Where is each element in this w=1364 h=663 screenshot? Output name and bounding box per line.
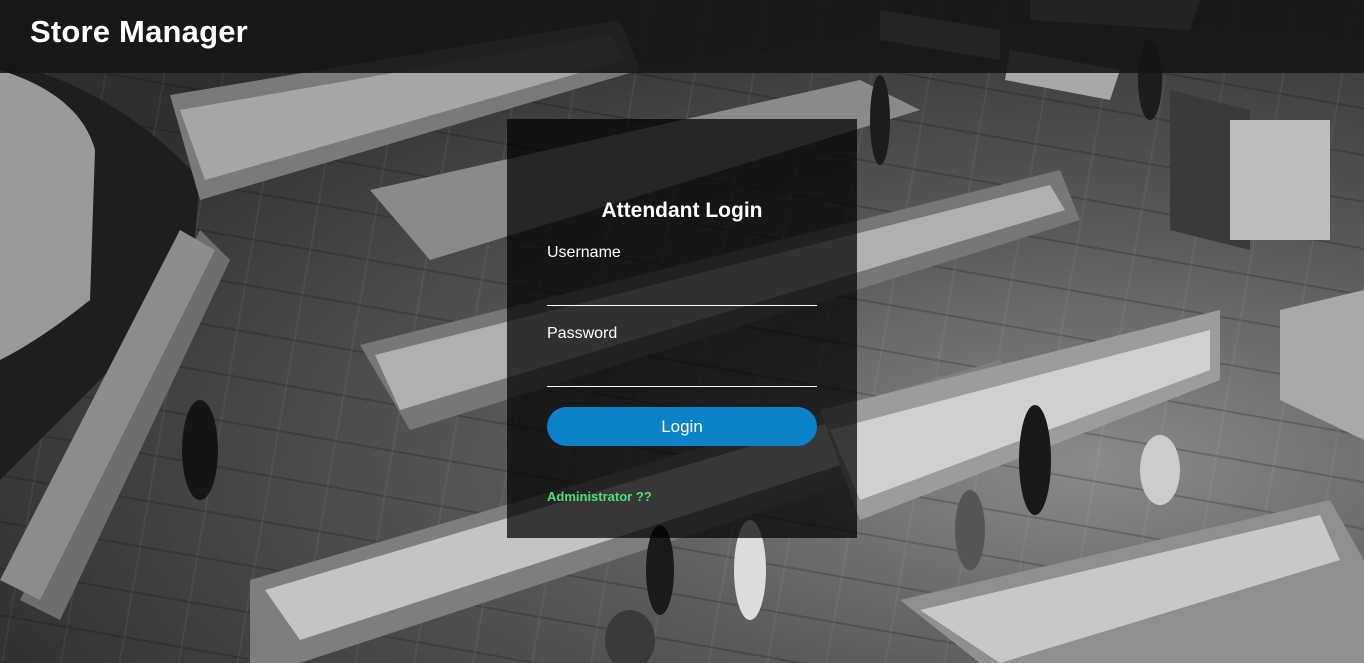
password-input[interactable] [547, 358, 817, 387]
login-title: Attendant Login [601, 199, 763, 222]
username-input[interactable] [547, 277, 817, 306]
login-panel: Attendant Login Username Password Login … [507, 119, 857, 538]
password-label: Password [547, 325, 618, 342]
login-button[interactable]: Login [547, 407, 817, 446]
administrator-link[interactable]: Administrator ?? [547, 489, 652, 504]
brand-title[interactable]: Store Manager [30, 14, 248, 50]
username-label: Username [547, 244, 621, 261]
top-navbar: Store Manager [0, 0, 1364, 73]
login-page: Store Manager Attendant Login Username P… [0, 0, 1364, 663]
